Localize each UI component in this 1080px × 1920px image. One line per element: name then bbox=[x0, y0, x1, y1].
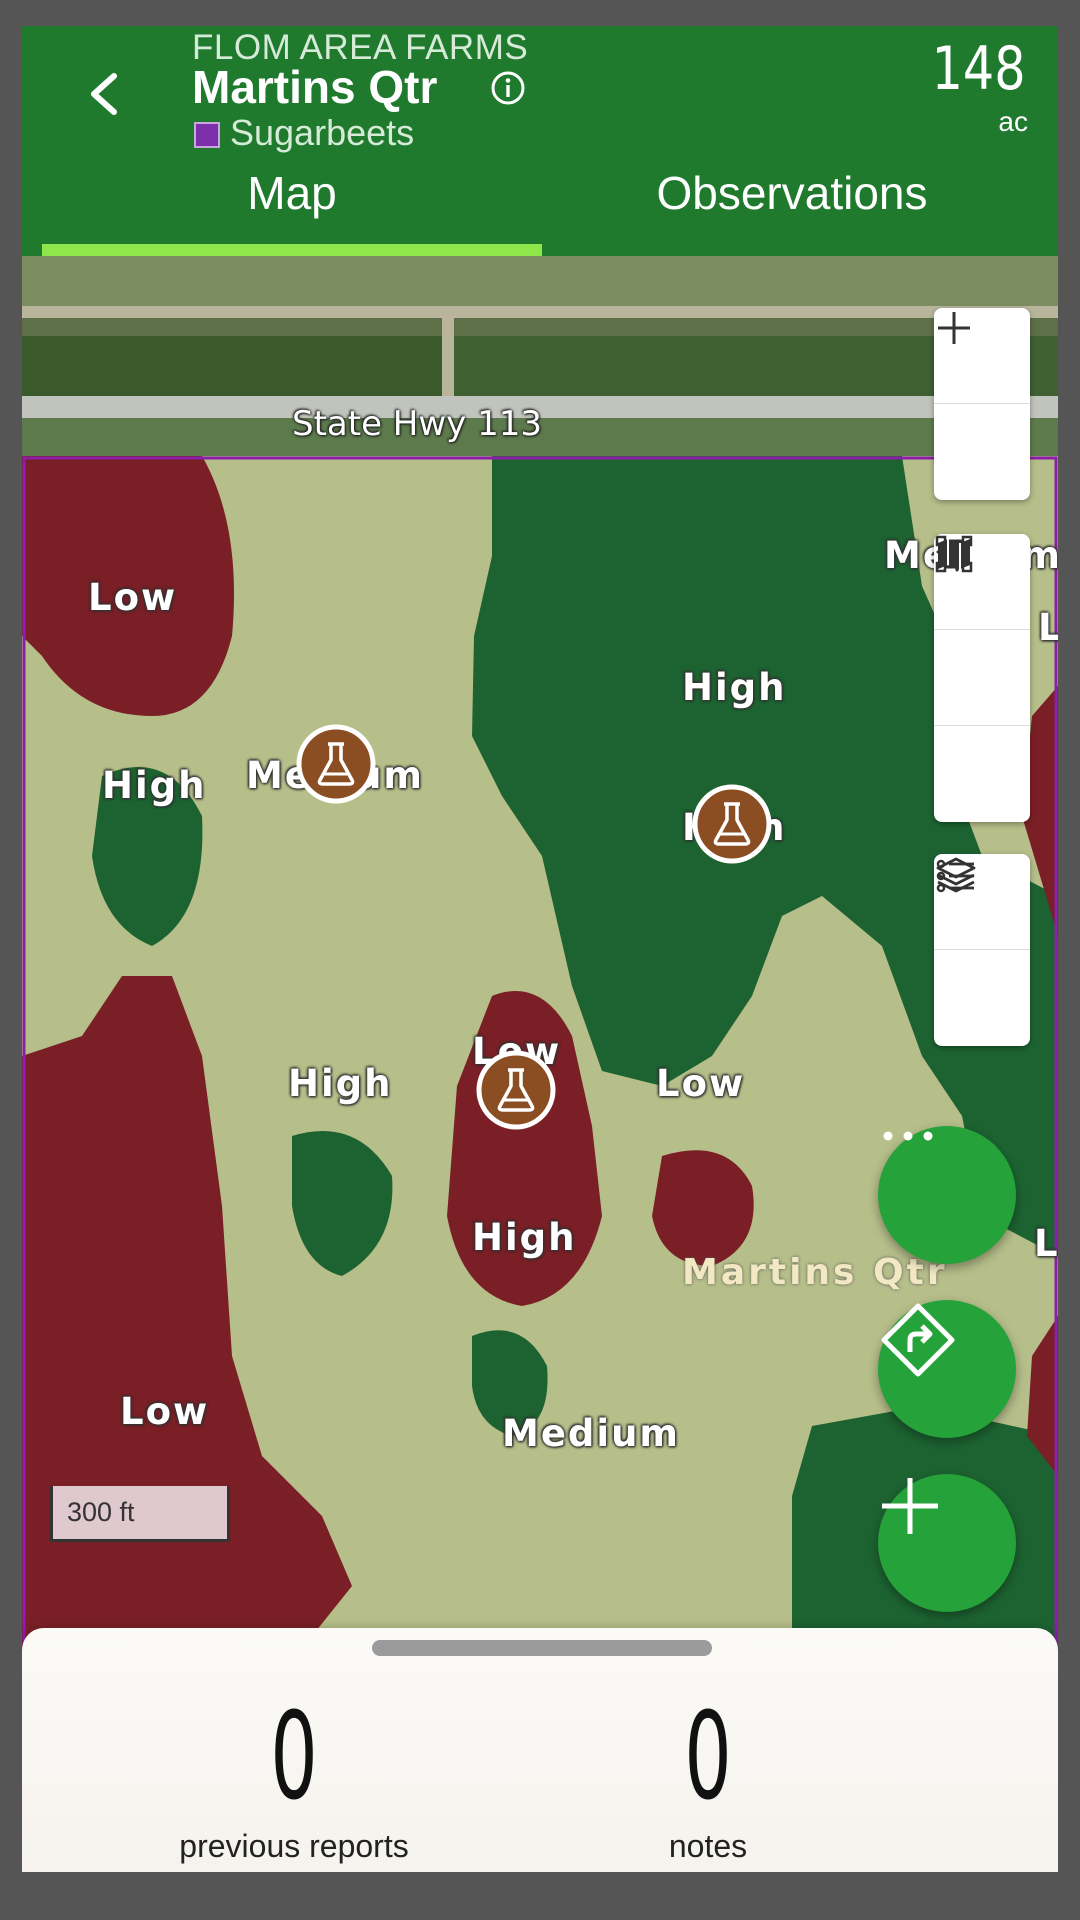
zone-label: Low bbox=[120, 1390, 210, 1433]
zoom-out-button[interactable] bbox=[934, 326, 1030, 500]
info-icon[interactable] bbox=[490, 70, 526, 106]
directions-button[interactable] bbox=[878, 1300, 1016, 1438]
basemap-button[interactable] bbox=[934, 539, 1030, 822]
zone-label: High bbox=[102, 764, 207, 807]
notes-label: notes bbox=[668, 1828, 748, 1864]
zone-label: High bbox=[682, 666, 787, 709]
chevron-left-icon bbox=[91, 73, 117, 115]
road-label: State Hwy 113 bbox=[292, 404, 543, 444]
tab-observations-label: Observations bbox=[656, 167, 928, 219]
acreage-unit: ac bbox=[998, 106, 1028, 137]
more-options-button[interactable] bbox=[878, 1126, 1016, 1264]
zone-label: Low bbox=[1034, 1222, 1058, 1265]
zone-label: Medium bbox=[502, 1412, 680, 1455]
more-options-icon bbox=[883, 1131, 933, 1141]
acreage-value: 148 bbox=[932, 34, 1026, 104]
legend-button[interactable] bbox=[934, 859, 1030, 1046]
add-observation-button[interactable] bbox=[878, 1474, 1016, 1612]
sheet-drag-handle[interactable] bbox=[372, 1640, 712, 1656]
zone-label: High bbox=[472, 1216, 577, 1259]
flask-icon bbox=[296, 724, 376, 804]
flask-icon bbox=[692, 784, 772, 864]
zone-label: Low bbox=[656, 1062, 746, 1105]
active-tab-indicator bbox=[42, 244, 542, 256]
zone-label: Low bbox=[1038, 606, 1058, 649]
tab-map[interactable]: Map bbox=[42, 166, 542, 256]
back-button[interactable] bbox=[80, 64, 130, 124]
flask-icon bbox=[476, 1050, 556, 1130]
crop-name: Sugarbeets bbox=[230, 112, 415, 153]
zone-label: High bbox=[288, 1062, 393, 1105]
draw-shape-button[interactable] bbox=[934, 535, 1030, 726]
soil-sample-marker[interactable] bbox=[690, 782, 774, 866]
zoom-controls bbox=[934, 308, 1030, 500]
app-window: FLOM AREA FARMS Martins Qtr Sugarbeets 1… bbox=[22, 26, 1058, 1872]
field-header: FLOM AREA FARMS Martins Qtr Sugarbeets 1… bbox=[22, 26, 1058, 256]
previous-reports-label: previous reports bbox=[179, 1828, 409, 1864]
map-scale-bar: 300 ft bbox=[50, 1486, 230, 1542]
tab-observations[interactable]: Observations bbox=[542, 166, 1042, 256]
zoom-out-icon bbox=[938, 326, 970, 330]
zone-label: Low bbox=[88, 576, 178, 619]
field-name: Martins Qtr bbox=[192, 61, 438, 113]
summary-bottom-sheet[interactable]: 0 previous reports 0 notes bbox=[22, 1628, 1058, 1872]
layer-tools bbox=[934, 854, 1030, 1046]
directions-icon bbox=[881, 1303, 955, 1377]
field-name-label: Martins Qtr bbox=[682, 1252, 948, 1293]
map-tools bbox=[934, 534, 1030, 822]
tab-map-label: Map bbox=[247, 167, 337, 219]
soil-sample-marker[interactable] bbox=[474, 1048, 558, 1132]
soil-sample-marker[interactable] bbox=[294, 722, 378, 806]
add-icon bbox=[882, 1478, 938, 1534]
crop-color-swatch bbox=[194, 122, 220, 148]
notes-count: 0 bbox=[684, 1688, 732, 1827]
legend-list-icon bbox=[936, 859, 974, 893]
previous-reports-count: 0 bbox=[270, 1688, 318, 1827]
map-icon bbox=[938, 539, 970, 569]
scale-label: 300 ft bbox=[67, 1497, 135, 1527]
